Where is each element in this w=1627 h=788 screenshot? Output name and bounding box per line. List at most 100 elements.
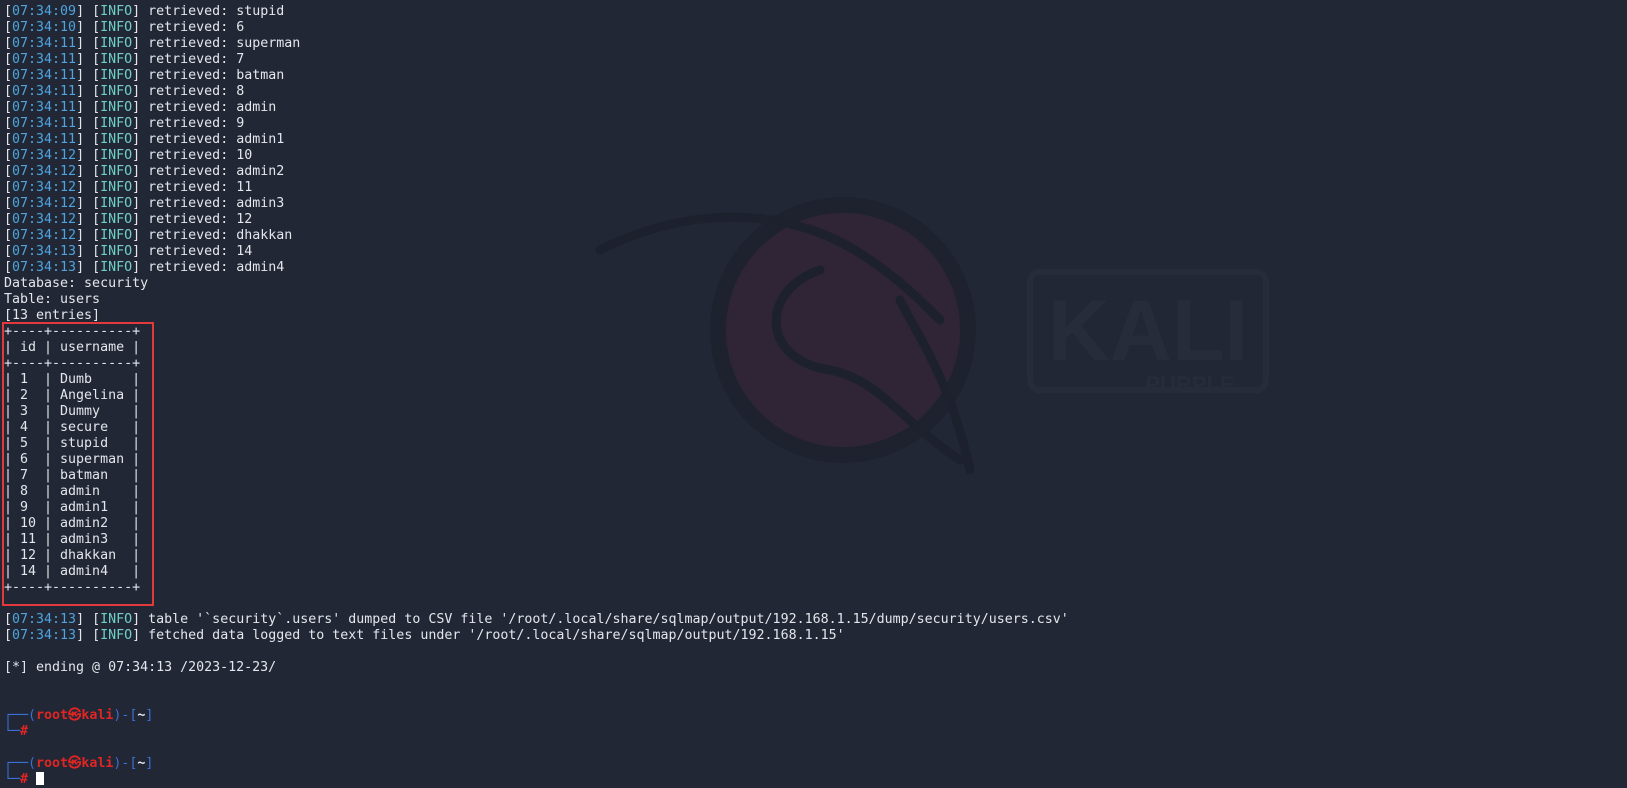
log-message: retrieved: admin bbox=[148, 100, 277, 115]
prompt-frame: ┌──( bbox=[4, 708, 37, 723]
prompt-user-host: root㉿kali bbox=[36, 756, 114, 771]
log-timestamp: 07:34:12 bbox=[12, 148, 77, 163]
bracket: ] bbox=[132, 612, 149, 627]
log-message: table '`security`.users' dumped to CSV f… bbox=[148, 612, 1069, 627]
terminal-output[interactable]: [07:34:09] [INFO] retrieved: stupid [07:3… bbox=[4, 4, 1069, 788]
bracket: ] [ bbox=[76, 68, 101, 83]
log-level: INFO bbox=[100, 84, 133, 99]
users-table: +----+----------+ | id | username | +---… bbox=[4, 324, 1069, 596]
log-timestamp: 07:34:11 bbox=[12, 116, 77, 131]
shell-prompts: ┌──(root㉿kali)-[~] └─# ┌──(root㉿kali)-[~] └… bbox=[4, 708, 1069, 788]
log-line: [07:34:10] [INFO] retrieved: 6 bbox=[4, 20, 1069, 36]
bracket: [ bbox=[4, 612, 13, 627]
log-message: retrieved: 14 bbox=[148, 244, 253, 259]
log-line: [07:34:11] [INFO] retrieved: admin bbox=[4, 100, 1069, 116]
log-timestamp: 07:34:11 bbox=[12, 132, 77, 147]
log-line: [07:34:13] [INFO] table '`security`.user… bbox=[4, 612, 1069, 628]
bracket: ] bbox=[132, 4, 149, 19]
log-message: retrieved: admin4 bbox=[148, 260, 285, 275]
log-level: INFO bbox=[100, 260, 133, 275]
log-message: fetched data logged to text files under … bbox=[148, 628, 845, 643]
table-highlight-box bbox=[2, 322, 154, 606]
log-timestamp: 07:34:09 bbox=[12, 4, 77, 19]
bracket: ] [ bbox=[76, 244, 101, 259]
bracket: ] [ bbox=[76, 228, 101, 243]
log-message: retrieved: stupid bbox=[148, 4, 285, 19]
table-border-top: +----+----------+ bbox=[4, 324, 141, 339]
table-row: | 5 | stupid | bbox=[4, 436, 141, 451]
prompt-frame: ] bbox=[145, 756, 154, 771]
table-row: | 9 | admin1 | bbox=[4, 500, 141, 515]
log-message: retrieved: batman bbox=[148, 68, 285, 83]
log-line: [07:34:11] [INFO] retrieved: superman bbox=[4, 36, 1069, 52]
log-message: retrieved: admin1 bbox=[148, 132, 285, 147]
table-row: | 1 | Dumb | bbox=[4, 372, 141, 387]
bracket: ] [ bbox=[76, 100, 101, 115]
bracket: ] [ bbox=[76, 196, 101, 211]
bracket: [ bbox=[4, 196, 13, 211]
log-level: INFO bbox=[100, 244, 133, 259]
bracket: ] bbox=[132, 68, 149, 83]
log-timestamp: 07:34:13 bbox=[12, 628, 77, 643]
log-message: retrieved: 9 bbox=[148, 116, 245, 131]
log-timestamp: 07:34:11 bbox=[12, 84, 77, 99]
table-row: | 7 | batman | bbox=[4, 468, 141, 483]
log-level: INFO bbox=[100, 116, 133, 131]
cursor[interactable] bbox=[36, 772, 45, 785]
log-message: retrieved: admin3 bbox=[148, 196, 285, 211]
log-level: INFO bbox=[100, 628, 133, 643]
log-line: [07:34:13] [INFO] retrieved: admin4 bbox=[4, 260, 1069, 276]
log-timestamp: 07:34:10 bbox=[12, 20, 77, 35]
bracket: ] [ bbox=[76, 628, 101, 643]
prompt-input-line: └─# bbox=[4, 772, 1069, 788]
log-timestamp: 07:34:11 bbox=[12, 52, 77, 67]
kali-logo-subtext: PURPLE bbox=[1145, 372, 1234, 397]
table-row: | 2 | Angelina | bbox=[4, 388, 141, 403]
log-timestamp: 07:34:13 bbox=[12, 612, 77, 627]
bracket: ] bbox=[132, 132, 149, 147]
prompt-frame: )-[ bbox=[113, 756, 138, 771]
bracket: ] [ bbox=[76, 52, 101, 67]
bracket: ] bbox=[132, 116, 149, 131]
bracket: [ bbox=[4, 116, 13, 131]
log-message: retrieved: superman bbox=[148, 36, 301, 51]
table-row: | 8 | admin | bbox=[4, 484, 141, 499]
log-timestamp: 07:34:12 bbox=[12, 212, 77, 227]
prompt-input-line: └─# bbox=[4, 724, 1069, 740]
log-level: INFO bbox=[100, 52, 133, 67]
bracket: [ bbox=[4, 164, 13, 179]
bracket: [ bbox=[4, 212, 13, 227]
bracket: [ bbox=[4, 68, 13, 83]
bracket: [ bbox=[4, 260, 13, 275]
table-border-bottom: +----+----------+ bbox=[4, 580, 141, 595]
bracket: ] bbox=[132, 100, 149, 115]
log-level: INFO bbox=[100, 180, 133, 195]
bracket: ] bbox=[132, 628, 149, 643]
table-border-mid: +----+----------+ bbox=[4, 356, 141, 371]
log-line: [07:34:12] [INFO] retrieved: 11 bbox=[4, 180, 1069, 196]
bracket: ] [ bbox=[76, 4, 101, 19]
bracket: ] [ bbox=[76, 164, 101, 179]
prompt-hash: # bbox=[20, 772, 29, 787]
log-level: INFO bbox=[100, 164, 133, 179]
table-row: | 11 | admin3 | bbox=[4, 532, 141, 547]
bracket: [ bbox=[4, 52, 13, 67]
log-timestamp: 07:34:11 bbox=[12, 100, 77, 115]
prompt-frame: ] bbox=[145, 708, 154, 723]
log-level: INFO bbox=[100, 4, 133, 19]
bracket: ] bbox=[132, 52, 149, 67]
bracket: ] [ bbox=[76, 260, 101, 275]
log-message: retrieved: 7 bbox=[148, 52, 245, 67]
log-timestamp: 07:34:12 bbox=[12, 164, 77, 179]
bracket: [ bbox=[4, 4, 13, 19]
log-message: retrieved: 6 bbox=[148, 20, 245, 35]
log-timestamp: 07:34:12 bbox=[12, 196, 77, 211]
bracket: [ bbox=[4, 180, 13, 195]
log-line: [07:34:13] [INFO] fetched data logged to… bbox=[4, 628, 1069, 644]
bracket: ] [ bbox=[76, 20, 101, 35]
ending-line: [*] ending @ 07:34:13 /2023-12-23/ bbox=[4, 660, 277, 675]
log-level: INFO bbox=[100, 228, 133, 243]
